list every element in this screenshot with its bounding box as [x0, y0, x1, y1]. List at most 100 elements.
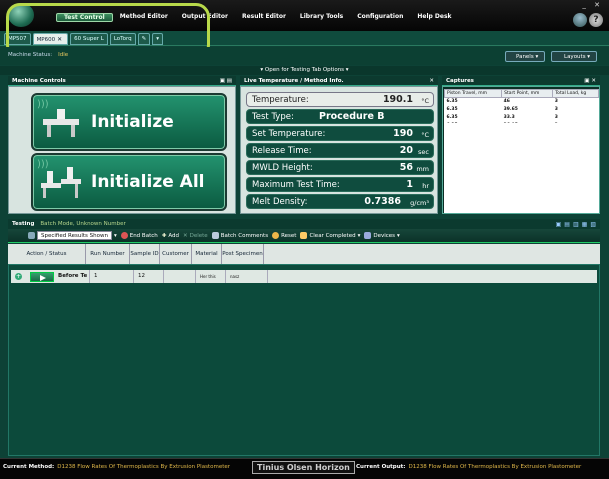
row-material[interactable]: Her this [196, 270, 226, 283]
reset-button[interactable]: Reset [272, 232, 296, 239]
melt-density-label: Melt Density: [252, 197, 308, 207]
testing-panel-icons[interactable]: ▣▤▥▦▧ [556, 221, 599, 228]
current-method: Current Method: D1238 Flow Rates Of Therm… [3, 464, 230, 470]
end-batch-button[interactable]: End Batch [120, 232, 158, 239]
close-tab-icon[interactable]: ✕ [55, 36, 64, 43]
tab-label: MP600 [36, 37, 56, 43]
menu-library-tools[interactable]: Library Tools [293, 13, 350, 22]
reset-icon [272, 232, 280, 239]
devices-button[interactable]: Devices ▾ [364, 232, 400, 239]
devices-label: Devices [373, 232, 396, 239]
cell: 39.65 [503, 107, 518, 112]
table-row[interactable]: 6.35 33.3 3 [445, 114, 599, 122]
captures-panel: Piston Travel, mm Start Point, mm Total … [442, 86, 600, 214]
reset-label: Reset [281, 232, 297, 239]
table-row[interactable]: 6.35 39.65 3 [445, 106, 599, 114]
col-post-specimen[interactable]: Post Specimen [222, 244, 264, 264]
panel-options-icon[interactable]: ▣ ▤ [220, 76, 232, 86]
testing-subtitle: Batch Mode, Unknown Number [40, 221, 126, 227]
menu-bar: Test Control Method Editor Output Editor… [0, 0, 609, 31]
app-logo-icon[interactable] [8, 3, 34, 27]
row-customer[interactable] [164, 270, 196, 283]
devices-icon [364, 232, 372, 239]
col-action-status[interactable]: Action / Status [8, 244, 86, 264]
table-row[interactable]: + Before Te 1 12 Her this nasz [11, 270, 597, 283]
initialize-all-button[interactable]: ))) Initialize All [31, 153, 227, 211]
col-run-number[interactable]: Run Number [86, 244, 130, 264]
row-sample-id[interactable]: 12 [134, 270, 164, 283]
tab-mp600[interactable]: MP600 ✕ [32, 33, 69, 45]
panels-button[interactable]: Panels ▾ [505, 51, 545, 62]
clear-completed-label: Clear Completed [309, 232, 356, 239]
expand-icon[interactable]: + [15, 273, 22, 280]
col-sample-id[interactable]: Sample ID [130, 244, 160, 264]
results-shown-control[interactable]: Specified Results Shown ▾ [28, 231, 117, 240]
delete-icon: ✕ [183, 232, 188, 239]
clear-icon [300, 232, 308, 239]
menu-test-control[interactable]: Test Control [56, 13, 113, 22]
cell: 3 [554, 107, 558, 112]
clear-completed-button[interactable]: Clear Completed ▾ [300, 232, 360, 239]
test-type-row: Test Type: Procedure B [246, 109, 434, 124]
cell: 46 [503, 99, 510, 105]
captures-col-start-point[interactable]: Start Point, mm [501, 89, 554, 98]
results-shown-select[interactable]: Specified Results Shown [37, 231, 112, 240]
live-temperature-title: Live Temperature / Method Info. [244, 78, 344, 84]
layouts-button[interactable]: Layouts ▾ [551, 51, 597, 62]
tab-lotorq[interactable]: LoTorq [109, 33, 136, 45]
window-controls[interactable]: _ ✕ [582, 1, 603, 9]
machine-status-value: Idle [58, 52, 69, 58]
temperature-label: Temperature: [252, 95, 309, 105]
pin-tab-icon[interactable]: ✎ [137, 33, 151, 45]
close-icon[interactable]: ✕ [429, 76, 434, 86]
temperature-value: 190.1 [382, 94, 413, 105]
batch-comments-button[interactable]: Batch Comments [211, 232, 268, 239]
set-temperature-row: Set Temperature: 190 °C [246, 126, 434, 141]
add-icon: ✚ [161, 232, 167, 239]
row-run-number[interactable]: 1 [90, 270, 134, 283]
status-footer: Current Method: D1238 Flow Rates Of Therm… [0, 458, 609, 479]
cell: 6.35 [446, 99, 458, 105]
help-icon[interactable]: ? [589, 13, 603, 27]
menu-output-editor[interactable]: Output Editor [175, 13, 235, 22]
comment-icon [211, 232, 219, 239]
tab-dropdown-icon[interactable]: ▾ [152, 33, 163, 45]
initialize-label: Initialize [91, 112, 174, 132]
machine-status-label: Machine Status: [8, 52, 53, 58]
temperature-row: Temperature: 190.1 °C [246, 92, 434, 107]
layouts-label: Layouts [564, 54, 586, 60]
delete-button[interactable]: ✕ Delete [183, 233, 208, 239]
end-batch-label: End Batch [129, 232, 158, 239]
menu-method-editor[interactable]: Method Editor [113, 13, 175, 22]
user-icon[interactable] [573, 13, 587, 27]
mwld-height-row: MWLD Height: 56 mm [246, 160, 434, 175]
cell: 33.3 [503, 115, 515, 120]
add-button[interactable]: ✚ Add [162, 233, 179, 239]
initialize-button[interactable]: ))) Initialize [31, 93, 227, 151]
row-post-specimen[interactable]: nasz [226, 270, 268, 283]
current-output: Current Output: D1238 Flow Rates Of Therm… [356, 464, 581, 470]
menu-help-desk[interactable]: Help Desk [410, 13, 458, 22]
stop-icon [120, 232, 128, 239]
captures-col-piston-travel[interactable]: Piston Travel, mm [443, 89, 503, 98]
temperature-unit: °C [421, 97, 429, 105]
play-icon[interactable] [30, 271, 54, 282]
melt-density-value: 0.7386 [364, 196, 401, 207]
tab-mp507[interactable]: MP507 [4, 33, 31, 45]
table-row[interactable]: 6.35 46 3 [445, 98, 599, 106]
tab-60-super-l[interactable]: 60 Super L [70, 33, 108, 45]
open-for-testing-tab-options[interactable]: ▾ Open for Testing Tab Options ▾ [0, 66, 609, 75]
close-icon[interactable]: ▣ ✕ [584, 76, 596, 86]
captures-col-total-load[interactable]: Total Load, kg [552, 89, 599, 98]
panels-label: Panels [516, 54, 534, 60]
add-label: Add [168, 232, 179, 239]
cell: 3 [554, 99, 558, 105]
menu-result-editor[interactable]: Result Editor [235, 13, 293, 22]
row-status: Before Te [54, 270, 90, 283]
col-material[interactable]: Material [192, 244, 222, 264]
max-test-time-label: Maximum Test Time: [252, 180, 340, 190]
menu-configuration[interactable]: Configuration [350, 13, 410, 22]
captures-title: Captures [446, 78, 474, 84]
col-customer[interactable]: Customer [160, 244, 192, 264]
mwld-height-label: MWLD Height: [252, 163, 313, 173]
